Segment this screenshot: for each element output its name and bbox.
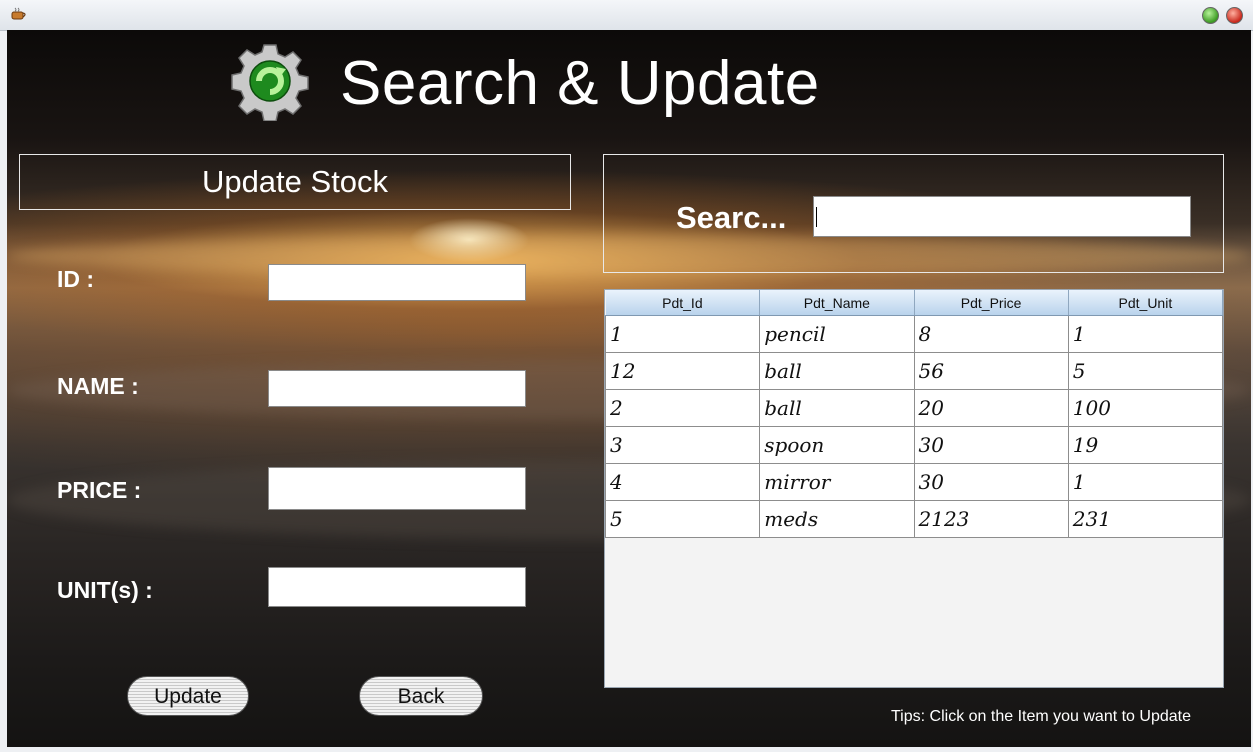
price-label: PRICE : — [57, 477, 142, 503]
table-cell[interactable]: 4 — [605, 463, 761, 501]
table-cell[interactable]: 5 — [1067, 352, 1223, 390]
table-cell[interactable]: 3 — [605, 426, 761, 464]
table-cell[interactable]: 56 — [913, 352, 1069, 390]
table-cell[interactable]: 1 — [1067, 315, 1223, 353]
column-header[interactable]: Pdt_Id — [605, 290, 761, 316]
text-caret — [816, 207, 817, 227]
table-cell[interactable]: 30 — [913, 463, 1069, 501]
table-row[interactable]: 5 meds 2123 231 — [605, 500, 1223, 538]
table-cell[interactable]: 30 — [913, 426, 1069, 464]
name-label: NAME : — [57, 373, 139, 399]
table-cell[interactable]: 19 — [1067, 426, 1223, 464]
gear-refresh-icon — [231, 44, 309, 121]
units-label: UNIT(s) : — [57, 577, 153, 603]
table-row[interactable]: 2 ball 20 100 — [605, 389, 1223, 427]
title-bar — [0, 0, 1253, 31]
search-input[interactable] — [813, 196, 1191, 237]
table-row[interactable]: 3 spoon 30 19 — [605, 426, 1223, 464]
table-cell[interactable]: 8 — [913, 315, 1069, 353]
units-field[interactable] — [268, 567, 526, 607]
id-field[interactable] — [268, 264, 526, 301]
tip-text: Tips: Click on the Item you want to Upda… — [891, 708, 1191, 725]
table-cell[interactable]: mirror — [759, 463, 915, 501]
table-cell[interactable]: pencil — [759, 315, 915, 353]
id-label: ID : — [57, 266, 95, 292]
table-header-row: Pdt_Id Pdt_Name Pdt_Price Pdt_Unit — [605, 290, 1223, 316]
column-header[interactable]: Pdt_Name — [759, 290, 915, 316]
java-cup-icon — [11, 7, 26, 20]
maximize-button[interactable] — [1202, 7, 1219, 24]
name-field[interactable] — [268, 370, 526, 407]
table-cell[interactable]: 20 — [913, 389, 1069, 427]
table-row[interactable]: 4 mirror 30 1 — [605, 463, 1223, 501]
table-cell[interactable]: 5 — [605, 500, 761, 538]
table-cell[interactable]: 2 — [605, 389, 761, 427]
update-stock-heading: Update Stock — [19, 154, 571, 210]
table-cell[interactable]: 1 — [605, 315, 761, 353]
table-row[interactable]: 12 ball 56 5 — [605, 352, 1223, 390]
table-cell[interactable]: 100 — [1067, 389, 1223, 427]
table-cell[interactable]: 12 — [605, 352, 761, 390]
table-cell[interactable]: meds — [759, 500, 915, 538]
close-button[interactable] — [1226, 7, 1243, 24]
table-cell[interactable]: 2123 — [913, 500, 1069, 538]
table-cell[interactable]: 231 — [1067, 500, 1223, 538]
column-header[interactable]: Pdt_Price — [914, 290, 1069, 316]
product-table[interactable]: Pdt_Id Pdt_Name Pdt_Price Pdt_Unit 1 pen… — [604, 289, 1224, 688]
table-cell[interactable]: spoon — [759, 426, 915, 464]
main-panel: Search & Update Update Stock ID : NAME :… — [7, 30, 1251, 747]
column-header[interactable]: Pdt_Unit — [1068, 290, 1223, 316]
update-button[interactable]: Update — [127, 676, 249, 716]
table-cell[interactable]: 1 — [1067, 463, 1223, 501]
table-cell[interactable]: ball — [759, 352, 915, 390]
table-cell[interactable]: ball — [759, 389, 915, 427]
table-row[interactable]: 1 pencil 8 1 — [605, 315, 1223, 353]
price-field[interactable] — [268, 467, 526, 510]
search-label: Searc... — [676, 200, 787, 235]
back-button[interactable]: Back — [359, 676, 483, 716]
page-title: Search & Update — [340, 49, 820, 118]
